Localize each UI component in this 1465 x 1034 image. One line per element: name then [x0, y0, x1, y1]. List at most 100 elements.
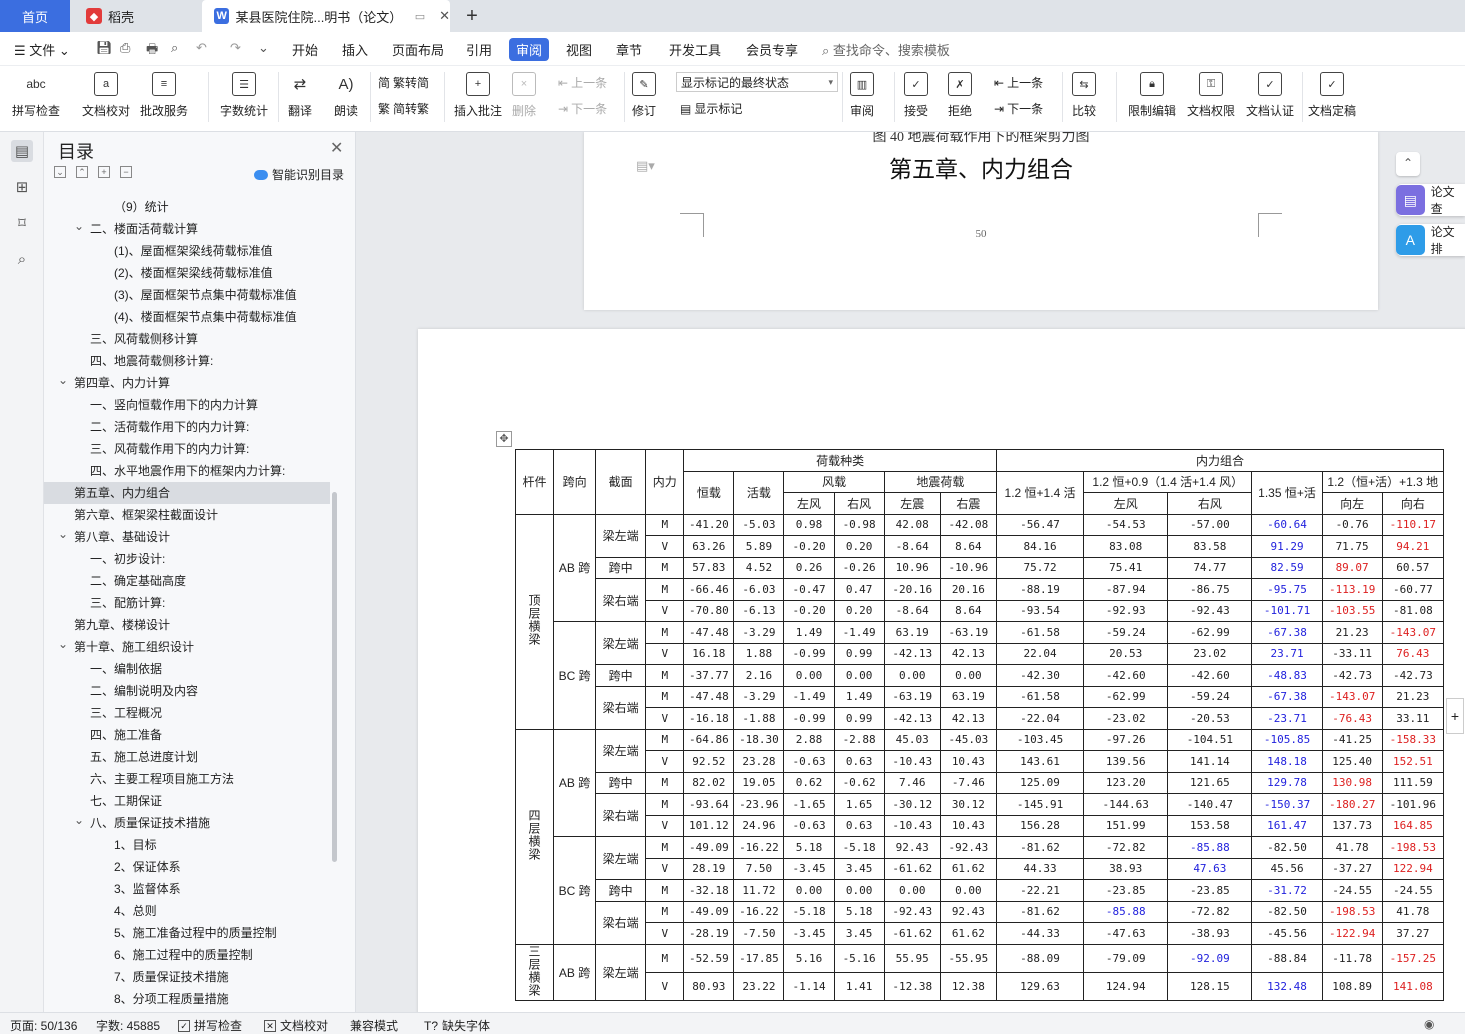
collapse-all-icon[interactable]: ⌄ — [54, 166, 66, 178]
toc-item[interactable]: 三、工程概况 — [44, 702, 330, 724]
menu-reference[interactable]: 引用 — [466, 40, 492, 59]
word-count-button[interactable]: ☰ 字数统计 — [220, 72, 268, 119]
menu-chapter[interactable]: 章节 — [616, 40, 642, 59]
toc-item[interactable]: 7、质量保证技术措施 — [44, 966, 330, 988]
menu-layout[interactable]: 页面布局 — [392, 40, 444, 59]
collapse-up-icon[interactable]: ⌃ — [1396, 152, 1420, 176]
page-indicator[interactable]: 页面: 50/136 — [10, 1017, 77, 1034]
toc-item[interactable]: ⌄ 第十章、施工组织设计 — [44, 636, 330, 658]
simp-to-trad-button[interactable]: 繁简转繁 — [378, 100, 429, 117]
trad-to-simp-button[interactable]: 简繁转简 — [378, 74, 429, 91]
close-icon[interactable]: ✕ — [330, 138, 343, 158]
proofread-button[interactable]: a 文档校对 — [82, 72, 130, 119]
toc-item[interactable]: ⌄ 八、质量保证技术措施 — [44, 812, 330, 834]
finalize-button[interactable]: ✓ 文档定稿 — [1308, 72, 1356, 119]
paper-check-button[interactable]: ▤ 论文查 — [1396, 184, 1465, 216]
toc-item[interactable]: 三、配筋计算: — [44, 592, 330, 614]
close-tab-icon[interactable]: ✕ — [439, 8, 450, 24]
menu-start[interactable]: 开始 — [292, 40, 318, 59]
restrict-edit-button[interactable]: 🔒︎ 限制编辑 — [1128, 72, 1176, 119]
add-heading-icon[interactable]: + — [98, 166, 110, 178]
toc-item[interactable]: (3)、屋面框架节点集中荷载标准值 — [44, 284, 330, 306]
spell-check-button[interactable]: abc 拼写检查 — [12, 72, 60, 119]
navigation-icon[interactable]: ⊞ — [11, 176, 33, 198]
toc-item[interactable]: 四、水平地震作用下的框架内力计算: — [44, 460, 330, 482]
print-preview-icon[interactable]: ⌕ — [171, 40, 178, 56]
expand-caret-icon[interactable]: ⌄ — [74, 215, 84, 237]
insert-comment-button[interactable]: + 插入批注 — [454, 72, 502, 119]
toc-item[interactable]: 6、施工过程中的质量控制 — [44, 944, 330, 966]
table-move-handle[interactable]: ✥ — [496, 431, 512, 447]
batch-service-button[interactable]: ≡ 批改服务 — [140, 72, 188, 119]
next-change-button[interactable]: ⇥ 下一条 — [994, 100, 1043, 117]
toc-item[interactable]: 2、保证体系 — [44, 856, 330, 878]
delete-comment-button[interactable]: × 删除 — [512, 72, 536, 119]
toc-item[interactable]: 四、地震荷载侧移计算: — [44, 350, 330, 372]
review-pane-button[interactable]: ▥ 审阅 — [850, 72, 874, 119]
add-column-icon[interactable]: + — [1446, 698, 1464, 734]
show-markup-button[interactable]: ▤ 显示标记 — [680, 100, 742, 117]
compare-button[interactable]: ⇆ 比较 — [1072, 72, 1096, 119]
toc-scrollbar[interactable] — [332, 492, 337, 862]
reject-button[interactable]: ✗ 拒绝 — [948, 72, 972, 119]
undo-icon[interactable]: ↶ — [196, 40, 207, 56]
doc-certify-button[interactable]: ✓ 文档认证 — [1246, 72, 1294, 119]
save-icon[interactable]: 💾︎ — [96, 40, 113, 56]
menu-member[interactable]: 会员专享 — [746, 40, 798, 59]
next-comment-button[interactable]: ⇥ 下一条 — [558, 100, 607, 117]
expand-up-icon[interactable]: ⌃ — [76, 166, 88, 178]
toc-item[interactable]: 三、风荷载作用下的内力计算: — [44, 438, 330, 460]
tab-home[interactable]: 首页 — [0, 0, 70, 32]
menu-view[interactable]: 视图 — [566, 40, 592, 59]
menu-insert[interactable]: 插入 — [342, 40, 368, 59]
track-changes-button[interactable]: ✎ 修订 — [632, 72, 656, 119]
restore-icon[interactable]: ▭ — [415, 10, 425, 23]
toc-item[interactable]: 六、主要工程项目施工方法 — [44, 768, 330, 790]
toc-item[interactable]: 1、目标 — [44, 834, 330, 856]
toc-item[interactable]: 第九章、楼梯设计 — [44, 614, 330, 636]
toc-item[interactable]: 5、施工准备过程中的质量控制 — [44, 922, 330, 944]
toc-item[interactable]: 二、活荷载作用下的内力计算: — [44, 416, 330, 438]
toc-item[interactable]: 4、总则 — [44, 900, 330, 922]
more-chevron-icon[interactable]: ⌄ — [258, 40, 269, 56]
new-tab-button[interactable]: + — [458, 0, 486, 32]
translate-button[interactable]: ⇄ 翻译 — [288, 72, 312, 119]
toc-item[interactable]: 第五章、内力组合 — [44, 482, 330, 504]
toc-item[interactable]: 一、编制依据 — [44, 658, 330, 680]
markup-state-select[interactable]: 显示标记的最终状态 ▾ — [676, 72, 838, 92]
toc-item[interactable]: ⌄ 第四章、内力计算 — [44, 372, 330, 394]
spell-check-status[interactable]: ✓ 拼写检查 — [178, 1017, 242, 1034]
bookmark-icon[interactable]: ⌑ — [11, 212, 33, 234]
command-search[interactable]: ⌕ 查找命令、搜索模板 — [822, 40, 950, 59]
search-icon[interactable]: ⌕ — [11, 248, 33, 270]
toc-item[interactable]: 第六章、框架梁柱截面设计 — [44, 504, 330, 526]
paper-layout-button[interactable]: A 论文排 — [1396, 224, 1465, 256]
expand-caret-icon[interactable]: ⌄ — [58, 369, 68, 391]
remove-heading-icon[interactable]: − — [120, 166, 132, 178]
toc-item[interactable]: 3、监督体系 — [44, 878, 330, 900]
toc-item[interactable]: 一、初步设计: — [44, 548, 330, 570]
expand-caret-icon[interactable]: ⌄ — [58, 633, 68, 655]
toc-item[interactable]: (2)、楼面框架梁线荷载标准值 — [44, 262, 330, 284]
expand-caret-icon[interactable]: ⌄ — [74, 809, 84, 831]
toc-item[interactable]: （9）统计 — [44, 196, 330, 218]
smart-toc-button[interactable]: 智能识别目录 — [254, 166, 344, 183]
accept-button[interactable]: ✓ 接受 — [904, 72, 928, 119]
toc-item[interactable]: 五、施工总进度计划 — [44, 746, 330, 768]
missing-font-indicator[interactable]: T? 缺失字体 — [424, 1017, 490, 1034]
prev-comment-button[interactable]: ⇤ 上一条 — [558, 74, 607, 91]
print-icon[interactable]: 🖶︎ — [146, 40, 158, 62]
toc-item[interactable]: 一、竖向恒载作用下的内力计算 — [44, 394, 330, 416]
tab-document[interactable]: W 某县医院住院...明书（论文） ▭ ✕ — [202, 0, 450, 32]
read-aloud-button[interactable]: A) 朗读 — [334, 72, 358, 119]
eye-icon[interactable]: ◉ — [1424, 1017, 1434, 1031]
word-count-indicator[interactable]: 字数: 45885 — [96, 1017, 160, 1034]
file-menu[interactable]: ☰ 文件 ⌄ — [14, 40, 70, 59]
toc-item[interactable]: 三、风荷载侧移计算 — [44, 328, 330, 350]
toc-item[interactable]: 七、工期保证 — [44, 790, 330, 812]
proofread-status[interactable]: ✕ 文档校对 — [264, 1017, 328, 1034]
redo-icon[interactable]: ↷ — [230, 40, 241, 56]
export-icon[interactable]: ⎙ — [120, 40, 130, 56]
toc-item[interactable]: (4)、楼面框架节点集中荷载标准值 — [44, 306, 330, 328]
toc-panel-icon[interactable]: ▤ — [11, 140, 33, 162]
